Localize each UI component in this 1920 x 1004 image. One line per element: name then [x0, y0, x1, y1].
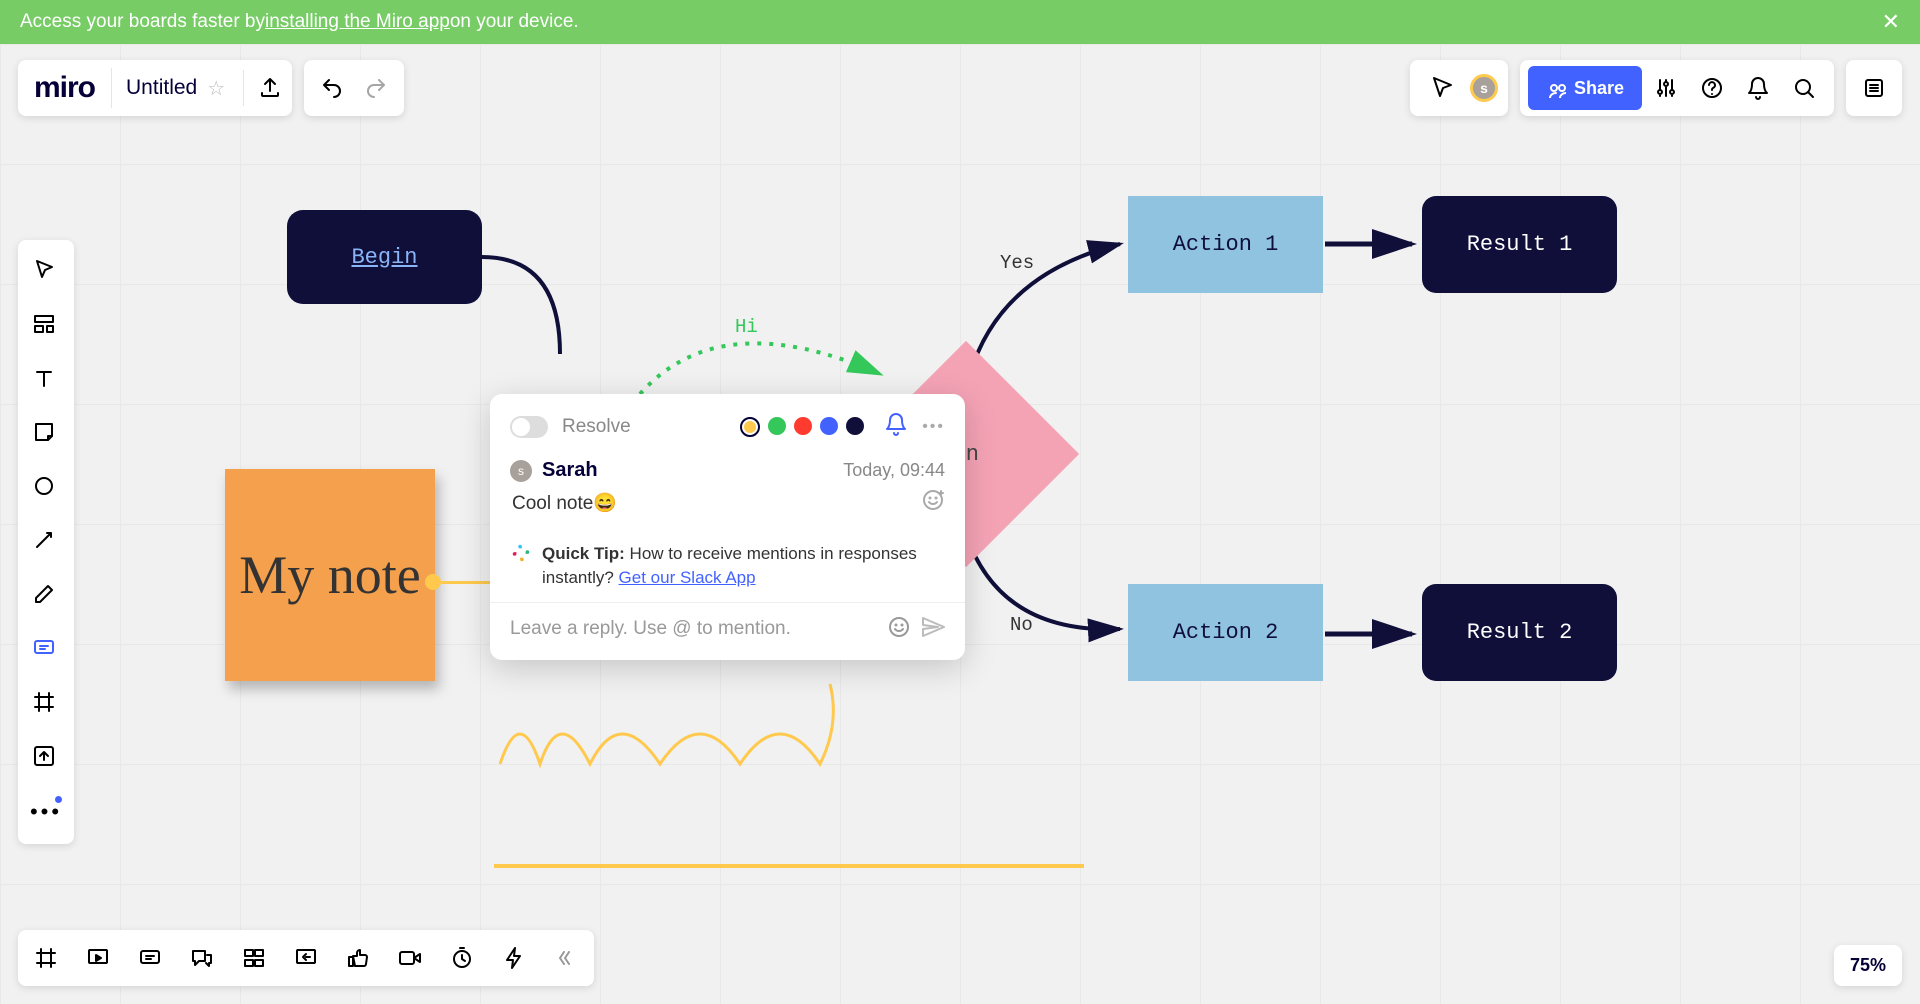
bell-icon[interactable]	[884, 412, 908, 441]
voting-icon[interactable]	[338, 938, 378, 978]
edge-no-label[interactable]: No	[1010, 614, 1033, 636]
banner-text-prefix: Access your boards faster by	[20, 11, 265, 33]
color-picker	[740, 417, 864, 437]
chat-icon[interactable]	[182, 938, 222, 978]
comment-message: Cool note😄	[512, 491, 617, 515]
slack-app-link[interactable]: Get our Slack App	[619, 568, 756, 587]
share-button[interactable]: Share	[1528, 66, 1642, 110]
add-reaction-icon[interactable]	[921, 488, 945, 518]
slack-icon	[510, 542, 532, 564]
user-avatar[interactable]: s	[1470, 74, 1498, 102]
shape-tool[interactable]	[22, 464, 70, 512]
board-menu-icon[interactable]	[1846, 66, 1902, 110]
comment-tool[interactable]	[22, 626, 70, 674]
templates-tool[interactable]	[22, 302, 70, 350]
resolve-label: Resolve	[562, 416, 631, 438]
frames-panel-icon[interactable]	[26, 938, 66, 978]
flow-action1-node[interactable]: Action 1	[1128, 196, 1323, 293]
edge-yes-label[interactable]: Yes	[1000, 252, 1034, 274]
more-tools[interactable]: •••	[22, 788, 70, 836]
search-icon[interactable]	[1782, 66, 1826, 110]
left-toolbar: •••	[18, 240, 74, 844]
close-banner-button[interactable]: ✕	[1882, 9, 1900, 35]
comment-connector-line	[435, 581, 495, 584]
flow-result2-node[interactable]: Result 2	[1422, 584, 1617, 681]
edge-hi-label[interactable]: Hi	[735, 316, 758, 338]
screen-share-icon[interactable]	[286, 938, 326, 978]
banner-text-suffix: on your device.	[450, 11, 579, 33]
flow-begin-node[interactable]: Begin	[287, 210, 482, 304]
reply-input[interactable]	[510, 618, 877, 640]
color-navy[interactable]	[846, 417, 864, 435]
yellow-underline[interactable]	[494, 864, 1084, 868]
send-reply-icon[interactable]	[921, 615, 945, 644]
sticky-note[interactable]: My note	[225, 469, 435, 681]
activity-icon[interactable]	[494, 938, 534, 978]
video-chat-icon[interactable]	[390, 938, 430, 978]
pen-tool[interactable]	[22, 572, 70, 620]
frame-tool[interactable]	[22, 680, 70, 728]
color-yellow[interactable]	[740, 417, 760, 437]
board-canvas[interactable]: Begin on Action 1 Action 2 Result 1 Resu…	[0, 44, 1920, 1004]
cards-icon[interactable]	[234, 938, 274, 978]
install-app-link[interactable]: installing the Miro app	[265, 11, 450, 33]
comment-timestamp: Today, 09:44	[843, 460, 945, 481]
comment-panel: Resolve ••• s Sarah Today, 09:44 Cool no…	[490, 394, 965, 660]
flow-action2-node[interactable]: Action 2	[1128, 584, 1323, 681]
collapse-bottom-icon[interactable]	[546, 938, 586, 978]
board-title[interactable]: Untitled	[126, 76, 197, 100]
emoji-picker-icon[interactable]	[887, 615, 911, 644]
help-icon[interactable]	[1690, 66, 1734, 110]
collaborator-cursor-icon[interactable]	[1420, 66, 1464, 110]
zoom-level[interactable]: 75%	[1834, 945, 1902, 986]
comment-author-name: Sarah	[542, 459, 598, 482]
color-blue[interactable]	[820, 417, 838, 435]
notifications-icon[interactable]	[1736, 66, 1780, 110]
select-tool[interactable]	[22, 248, 70, 296]
settings-icon[interactable]	[1644, 66, 1688, 110]
resolve-toggle[interactable]	[510, 416, 548, 438]
timer-icon[interactable]	[442, 938, 482, 978]
undo-button[interactable]	[310, 66, 354, 110]
bottom-toolbar	[18, 930, 594, 986]
sticky-note-tool[interactable]	[22, 410, 70, 458]
flow-result1-node[interactable]: Result 1	[1422, 196, 1617, 293]
export-button[interactable]	[248, 66, 292, 110]
miro-logo[interactable]: miro	[18, 71, 111, 105]
more-options-icon[interactable]: •••	[922, 418, 945, 436]
comment-author-avatar: s	[510, 460, 532, 482]
upload-tool[interactable]	[22, 734, 70, 782]
comments-panel-icon[interactable]	[130, 938, 170, 978]
redo-button[interactable]	[354, 66, 398, 110]
star-icon[interactable]: ☆	[207, 76, 225, 101]
install-app-banner: Access your boards faster by installing …	[0, 0, 1920, 44]
presentation-icon[interactable]	[78, 938, 118, 978]
text-tool[interactable]	[22, 356, 70, 404]
line-tool[interactable]	[22, 518, 70, 566]
color-red[interactable]	[794, 417, 812, 435]
color-green[interactable]	[768, 417, 786, 435]
quick-tip-text: Quick Tip: How to receive mentions in re…	[542, 542, 945, 590]
